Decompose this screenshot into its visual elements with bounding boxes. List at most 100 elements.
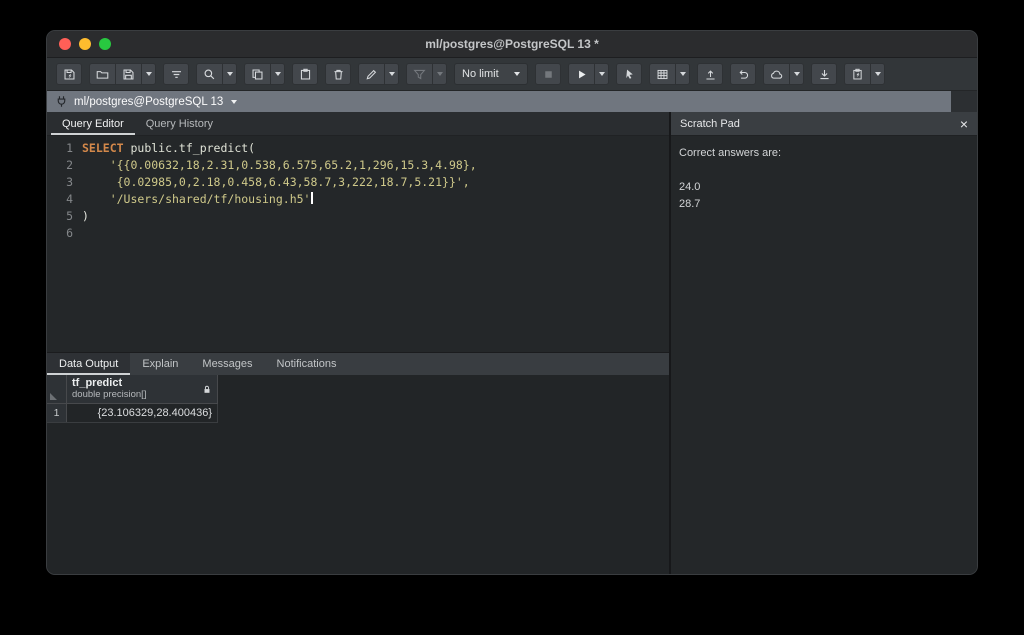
window-title: ml/postgres@PostgreSQL 13 *	[47, 37, 977, 51]
tab-messages[interactable]: Messages	[190, 353, 264, 375]
lock-icon	[202, 384, 212, 395]
connection-bar-end	[951, 91, 977, 112]
sort-filter-icon	[170, 68, 183, 81]
macro-button[interactable]	[844, 63, 870, 85]
chevron-down-icon	[275, 72, 281, 76]
line-number: 5	[47, 208, 82, 225]
code-line: 4 '/Users/shared/tf/housing.h5'	[47, 191, 669, 208]
copy-icon	[251, 68, 264, 81]
column-name: tf_predict	[72, 377, 146, 389]
row-number-cell[interactable]: 1	[47, 404, 67, 422]
row-limit-select[interactable]: No limit	[454, 63, 528, 85]
open-file-button[interactable]	[89, 63, 115, 85]
find-dropdown-button[interactable]	[222, 63, 237, 85]
cancel-query-button[interactable]	[535, 63, 561, 85]
output-tab-bar: Data Output Explain Messages Notificatio…	[47, 352, 669, 375]
connection-bar: ml/postgres@PostgreSQL 13	[47, 91, 977, 112]
copy-button[interactable]	[244, 63, 270, 85]
column-type: double precision[]	[72, 389, 146, 401]
search-icon	[203, 68, 216, 81]
scratch-pad-textarea[interactable]: Correct answers are: 24.0 28.7	[671, 136, 977, 574]
code-text: SELECT public.tf_predict(	[82, 140, 255, 157]
commit-icon	[704, 68, 717, 81]
connection-icon	[55, 95, 68, 108]
zoom-window-button[interactable]	[99, 38, 111, 50]
line-number: 6	[47, 225, 82, 242]
chevron-down-icon	[599, 72, 605, 76]
connection-label[interactable]: ml/postgres@PostgreSQL 13	[74, 96, 223, 108]
execute-query-button[interactable]	[568, 63, 594, 85]
code-line: 1 SELECT public.tf_predict(	[47, 140, 669, 157]
sql-editor[interactable]: 1 SELECT public.tf_predict( 2 '{{0.00632…	[47, 136, 669, 352]
filter-icon	[413, 68, 426, 81]
rollback-icon	[737, 68, 750, 81]
close-icon[interactable]: ×	[960, 117, 968, 131]
delete-button[interactable]	[325, 63, 351, 85]
tab-explain[interactable]: Explain	[130, 353, 190, 375]
code-text: '/Users/shared/tf/housing.h5'	[82, 191, 313, 208]
column-header-tf-predict[interactable]: tf_predict double precision[]	[67, 375, 218, 403]
connection-dropdown-icon[interactable]	[231, 100, 237, 104]
explain-analyze-button[interactable]	[649, 63, 675, 85]
filter-button[interactable]	[406, 63, 432, 85]
paste-button[interactable]	[292, 63, 318, 85]
chevron-down-icon	[437, 72, 443, 76]
line-number: 1	[47, 140, 82, 157]
cloud-icon	[770, 68, 783, 81]
close-window-button[interactable]	[59, 38, 71, 50]
macro-dropdown-button[interactable]	[870, 63, 885, 85]
save-file-button[interactable]	[115, 63, 141, 85]
editor-tab-bar: Query Editor Query History	[47, 112, 669, 136]
code-text: '{{0.00632,18,2.31,0.538,6.575,65.2,1,29…	[82, 157, 477, 174]
code-line: 2 '{{0.00632,18,2.31,0.538,6.575,65.2,1,…	[47, 157, 669, 174]
explain-button[interactable]	[616, 63, 642, 85]
edit-dropdown-button[interactable]	[384, 63, 399, 85]
table-grid-icon	[656, 68, 669, 81]
tab-query-editor[interactable]: Query Editor	[51, 112, 135, 135]
data-output-panel: tf_predict double precision[] 1 {23.1063…	[47, 375, 669, 574]
minimize-window-button[interactable]	[79, 38, 91, 50]
save-file-dropdown-button[interactable]	[141, 63, 156, 85]
code-line: 6	[47, 225, 669, 242]
sort-filter-button[interactable]	[163, 63, 189, 85]
results-header-row: tf_predict double precision[]	[47, 375, 218, 404]
result-value-cell[interactable]: {23.106329,28.400436}	[67, 404, 218, 422]
copy-dropdown-button[interactable]	[270, 63, 285, 85]
trash-icon	[332, 68, 345, 81]
tab-data-output[interactable]: Data Output	[47, 353, 130, 375]
main-area: Query Editor Query History 1 SELECT publ…	[47, 112, 977, 574]
pointer-icon	[623, 68, 636, 81]
code-text: )	[82, 208, 89, 225]
line-number: 2	[47, 157, 82, 174]
tab-query-history[interactable]: Query History	[135, 112, 224, 135]
line-number: 3	[47, 174, 82, 191]
download-icon	[818, 68, 831, 81]
edit-button[interactable]	[358, 63, 384, 85]
code-line: 5 )	[47, 208, 669, 225]
execute-dropdown-button[interactable]	[594, 63, 609, 85]
select-all-cell[interactable]	[47, 375, 67, 403]
scratch-pad-title: Scratch Pad	[680, 118, 740, 130]
paste-icon	[299, 68, 312, 81]
commit-button[interactable]	[697, 63, 723, 85]
save-results-button[interactable]	[763, 63, 789, 85]
line-number: 4	[47, 191, 82, 208]
code-text: {0.02985,0,2.18,0.458,6.43,58.7,3,222,18…	[82, 174, 470, 191]
folder-icon	[96, 68, 109, 81]
titlebar: ml/postgres@PostgreSQL 13 *	[47, 31, 977, 58]
chevron-down-icon	[680, 72, 686, 76]
find-button[interactable]	[196, 63, 222, 85]
download-csv-button[interactable]	[811, 63, 837, 85]
results-grid: tf_predict double precision[] 1 {23.1063…	[47, 375, 218, 423]
rollback-button[interactable]	[730, 63, 756, 85]
window-controls	[59, 38, 111, 50]
save-data-changes-button[interactable]	[56, 63, 82, 85]
save-results-dropdown-button[interactable]	[789, 63, 804, 85]
floppy-icon	[122, 68, 135, 81]
row-limit-value: No limit	[462, 68, 499, 80]
text-cursor	[311, 192, 313, 204]
explain-options-dropdown-button[interactable]	[675, 63, 690, 85]
filter-dropdown-button[interactable]	[432, 63, 447, 85]
tab-notifications[interactable]: Notifications	[265, 353, 349, 375]
query-toolbar: No limit	[47, 58, 977, 91]
